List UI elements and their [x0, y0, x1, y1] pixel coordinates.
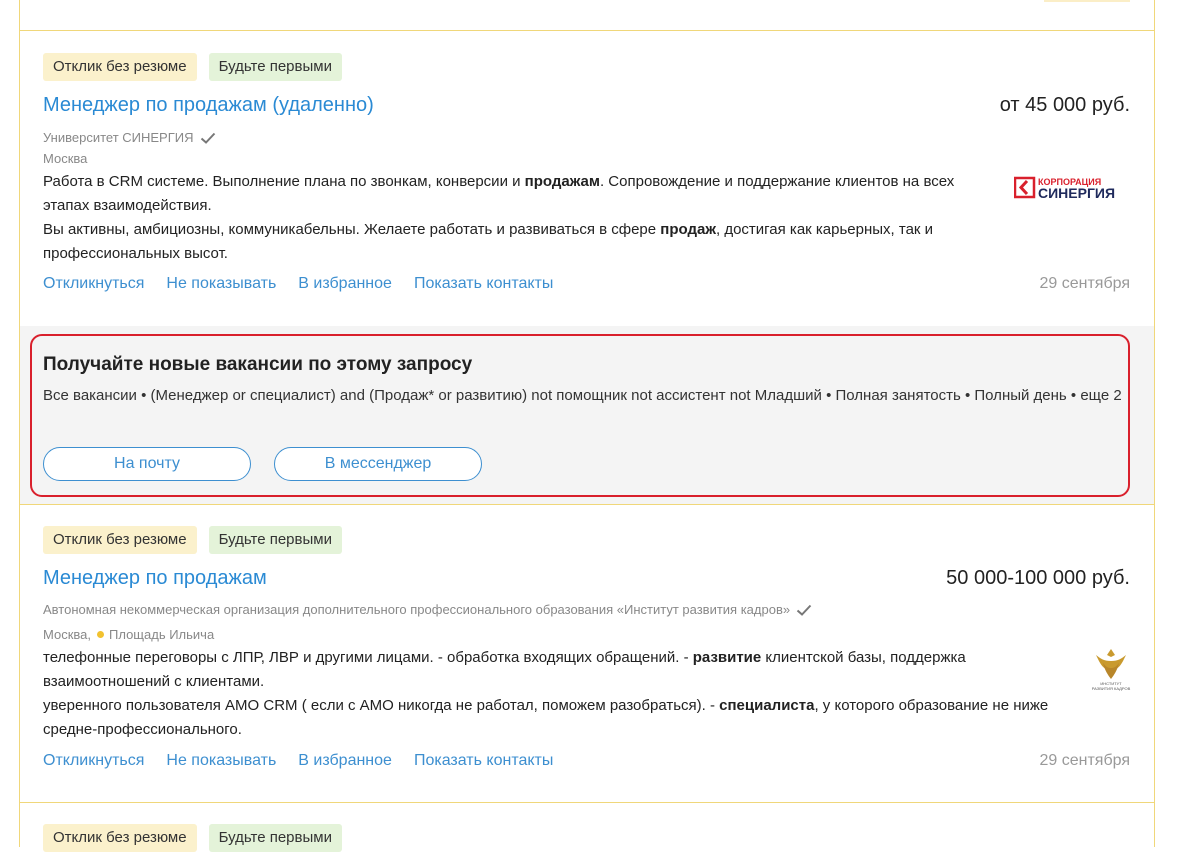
- subscribe-messenger-button[interactable]: В мессенджер: [274, 447, 482, 481]
- logo-text-bottom: РАЗВИТИЯ КАДРОВ: [1092, 686, 1131, 691]
- vacancy-salary: 50 000-100 000 руб.: [946, 567, 1130, 589]
- previous-card-stub: [1044, 0, 1130, 2]
- subscription-block: Получайте новые вакансии по этому запрос…: [20, 326, 1154, 504]
- description-requirements: Вы активны, амбициозны, коммуникабельны.…: [43, 218, 1003, 266]
- highlighted-keyword: развитие: [692, 649, 762, 666]
- vacancy-tags: Отклик без резюме Будьте первыми: [43, 526, 342, 554]
- text-fragment: Вы активны, амбициозны, коммуникабельны.…: [43, 221, 661, 238]
- tag-be-first: Будьте первыми: [208, 53, 342, 81]
- hide-button[interactable]: Не показывать: [166, 275, 276, 293]
- company-name[interactable]: Автономная некоммерческая организация до…: [43, 602, 812, 617]
- favorite-button[interactable]: В избранное: [298, 752, 392, 770]
- company-name-label: Автономная некоммерческая организация до…: [43, 602, 791, 617]
- verified-check-icon: [796, 604, 812, 616]
- vacancy-card: Отклик без резюме Будьте первыми: [20, 803, 1154, 852]
- show-contacts-button[interactable]: Показать контакты: [414, 275, 553, 293]
- company-name-label: Университет СИНЕРГИЯ: [43, 130, 194, 145]
- company-logo: ИНСТИТУТ РАЗВИТИЯ КАДРОВ: [1092, 649, 1131, 691]
- verified-check-icon: [200, 132, 215, 144]
- highlighted-keyword: специалиста: [719, 697, 815, 714]
- logo-text-main: СИНЕРГИЯ: [1038, 185, 1115, 201]
- respond-button[interactable]: Откликнуться: [43, 752, 144, 770]
- vacancy-card: Отклик без резюме Будьте первыми Менедже…: [20, 505, 1154, 802]
- highlighted-keyword: продаж: [660, 221, 716, 238]
- city-label: Москва,: [43, 627, 91, 642]
- subscription-title: Получайте новые вакансии по этому запрос…: [43, 354, 473, 375]
- city-label: Москва: [43, 151, 88, 166]
- tag-no-resume: Отклик без резюме: [43, 824, 197, 852]
- favorite-button[interactable]: В избранное: [298, 275, 392, 293]
- company-name[interactable]: Университет СИНЕРГИЯ: [43, 130, 216, 145]
- vacancy-date: 29 сентября: [1039, 752, 1130, 769]
- respond-button[interactable]: Откликнуться: [43, 275, 144, 293]
- vacancy-actions: Откликнуться Не показывать В избранное П…: [43, 275, 553, 293]
- vacancy-salary: от 45 000 руб.: [999, 94, 1130, 116]
- subscribe-email-button[interactable]: На почту: [43, 447, 251, 481]
- text-fragment: Работа в CRM системе. Выполнение плана п…: [43, 173, 525, 190]
- vacancy-description: телефонные переговоры с ЛПР, ЛВР и други…: [43, 646, 1063, 742]
- text-fragment: уверенного пользователя АМО CRM ( если с…: [43, 697, 720, 714]
- tag-be-first: Будьте первыми: [208, 824, 342, 852]
- tag-no-resume: Отклик без резюме: [43, 53, 197, 81]
- metro-station: Площадь Ильича: [109, 627, 215, 642]
- text-fragment: телефонные переговоры с ЛПР, ЛВР и други…: [43, 649, 693, 666]
- tag-no-resume: Отклик без резюме: [43, 526, 197, 554]
- show-contacts-button[interactable]: Показать контакты: [414, 752, 553, 770]
- description-responsibilities: Работа в CRM системе. Выполнение плана п…: [43, 170, 1003, 218]
- vacancy-location: Москва, Площадь Ильича: [43, 627, 214, 642]
- vacancy-description: Работа в CRM системе. Выполнение плана п…: [43, 170, 1003, 266]
- hide-button[interactable]: Не показывать: [166, 752, 276, 770]
- tag-be-first: Будьте первыми: [208, 526, 342, 554]
- subscription-query: Все вакансии • (Менеджер or специалист) …: [43, 387, 1122, 404]
- vacancy-card: Отклик без резюме Будьте первыми Менедже…: [20, 31, 1154, 326]
- description-requirements: уверенного пользователя АМО CRM ( если с…: [43, 694, 1063, 742]
- vacancy-date: 29 сентября: [1039, 275, 1130, 292]
- description-responsibilities: телефонные переговоры с ЛПР, ЛВР и други…: [43, 646, 1063, 694]
- vacancy-city: Москва: [43, 151, 87, 166]
- vacancy-list: Отклик без резюме Будьте первыми Менедже…: [19, 0, 1155, 852]
- vacancy-title-link[interactable]: Менеджер по продажам: [43, 567, 267, 590]
- vacancy-tags: Отклик без резюме Будьте первыми: [43, 53, 342, 81]
- highlighted-keyword: продажам: [524, 173, 600, 190]
- vacancy-title-link[interactable]: Менеджер по продажам (удаленно): [43, 94, 374, 117]
- metro-line-icon: [97, 631, 104, 638]
- company-logo: КОРПОРАЦИЯ СИНЕРГИЯ: [1014, 176, 1115, 201]
- vacancy-actions: Откликнуться Не показывать В избранное П…: [43, 752, 553, 770]
- vacancy-tags: Отклик без резюме Будьте первыми: [43, 824, 342, 852]
